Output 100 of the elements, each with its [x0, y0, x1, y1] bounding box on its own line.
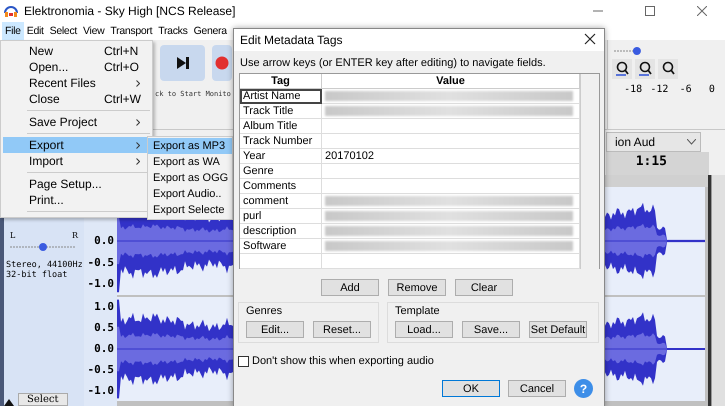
value-cell[interactable]	[322, 119, 580, 134]
collapse-arrow-icon[interactable]	[4, 398, 14, 406]
dialog-button[interactable]: Cancel	[508, 380, 566, 397]
maximize-icon	[645, 6, 655, 16]
menu-item[interactable]: Import	[3, 153, 150, 169]
chevron-right-icon	[136, 142, 140, 148]
menu-item[interactable]: Save Project	[3, 114, 150, 130]
menu-item[interactable]: Select	[46, 22, 80, 40]
tag-cell[interactable]: Year	[240, 149, 322, 164]
scale-label: 0.5	[93, 322, 115, 334]
scale-label: 1.0	[93, 301, 115, 314]
dialog-title: Edit Metadata Tags	[240, 33, 343, 47]
zoom-button[interactable]	[612, 59, 632, 79]
zoom-button[interactable]	[658, 59, 678, 79]
empty-table-cell[interactable]	[322, 254, 580, 269]
table-action-button[interactable]: Clear	[455, 279, 513, 296]
skip-to-end-button[interactable]	[160, 45, 205, 81]
menu-item[interactable]: File	[2, 22, 24, 40]
app-logo-icon	[4, 4, 18, 18]
blurred-value-cell[interactable]	[322, 194, 580, 209]
scale-label: -0.5	[86, 364, 115, 376]
blurred-value-cell[interactable]	[322, 89, 580, 104]
chevron-right-icon	[136, 158, 140, 164]
device-dropdown[interactable]: ion Aud	[606, 132, 701, 152]
slider[interactable]	[612, 44, 642, 56]
checkbox[interactable]	[238, 356, 249, 366]
zoom-button[interactable]	[635, 59, 655, 79]
tag-cell[interactable]: comment	[240, 194, 322, 209]
menu-item[interactable]: Close Ctrl+W	[3, 91, 150, 107]
blurred-value-cell[interactable]	[322, 239, 580, 254]
value-cell[interactable]	[322, 164, 580, 179]
scrollbar[interactable]	[711, 175, 725, 406]
pan-slider[interactable]	[8, 242, 78, 252]
blurred-value-cell[interactable]	[322, 104, 580, 119]
scale-label: 0.0	[93, 234, 115, 247]
skip-to-end-icon	[176, 56, 190, 70]
column-header: Tag	[240, 74, 322, 89]
table-action-button[interactable]: Add	[321, 279, 379, 296]
group-title: Genres	[246, 305, 284, 317]
column-header: Value	[322, 74, 580, 89]
tag-cell[interactable]: Track Title	[240, 104, 322, 119]
value-cell[interactable]: 20170102	[322, 149, 580, 164]
menu-item[interactable]: Page Setup...	[3, 176, 150, 192]
menu-item[interactable]: Edit	[24, 22, 47, 40]
track-info: 32-bit float	[5, 270, 68, 280]
timeline-ruler[interactable]: 1:15	[606, 152, 709, 175]
menu-item[interactable]: Transport	[107, 22, 156, 40]
record-button[interactable]	[212, 45, 232, 81]
pan-label: L	[10, 231, 16, 240]
menu-item[interactable]: Open... Ctrl+O	[3, 59, 150, 75]
close-button[interactable]	[584, 33, 598, 47]
chevron-right-icon	[136, 118, 140, 126]
window-title: Elektronomia - Sky High [NCS Release]	[24, 4, 236, 18]
template-button[interactable]: Set Default	[529, 321, 587, 338]
tag-cell[interactable]: Track Number	[240, 134, 322, 149]
menu-item[interactable]: Export as OGG	[148, 170, 232, 186]
meter-tick-label: 0	[708, 84, 716, 95]
zoom-icon	[614, 61, 630, 77]
time-label: 1:15	[636, 154, 667, 169]
menu-item[interactable]: View	[80, 22, 108, 40]
tag-cell[interactable]: Genre	[240, 164, 322, 179]
scale-label: -1.0	[86, 384, 115, 397]
genres-button[interactable]: Reset...	[313, 321, 371, 338]
chevron-down-icon	[687, 139, 696, 145]
menu-item[interactable]: Export Selecte	[148, 202, 232, 218]
tag-cell[interactable]: Artist Name	[240, 89, 322, 104]
menu-item[interactable]: Export as MP3	[148, 138, 232, 154]
tag-cell[interactable]: Software	[240, 239, 322, 254]
empty-table-cell[interactable]	[240, 254, 322, 269]
menu-item[interactable]: Genera	[190, 22, 230, 40]
blurred-value-cell[interactable]	[322, 224, 580, 239]
tag-cell[interactable]: description	[240, 224, 322, 239]
instruction-text: Use arrow keys (or ENTER key after editing) to navigate fields.	[240, 57, 547, 69]
blurred-value-cell[interactable]	[322, 209, 580, 224]
genres-button[interactable]: Edit...	[246, 321, 304, 338]
tag-cell[interactable]: purl	[240, 209, 322, 224]
menu-item[interactable]: Export	[3, 137, 150, 153]
value-cell[interactable]	[322, 179, 580, 194]
template-button[interactable]: Save...	[462, 321, 520, 338]
meter-tick-label: -12	[649, 84, 670, 95]
meter-tick-label: -18	[623, 84, 644, 95]
menu-item[interactable]: Export Audio..	[148, 186, 232, 202]
select-button[interactable]: Select	[18, 393, 68, 406]
menu-item[interactable]: Print...	[3, 192, 150, 208]
pan-label: R	[72, 231, 78, 240]
zoom-icon	[637, 61, 653, 77]
menu-item[interactable]: Tracks	[155, 22, 191, 40]
menu-item[interactable]: Export as WA	[148, 154, 232, 170]
tag-cell[interactable]: Comments	[240, 179, 322, 194]
record-icon	[215, 56, 229, 70]
dialog-button[interactable]: OK	[442, 380, 500, 397]
track-info: Stereo, 44100Hz	[5, 260, 83, 270]
menu-item[interactable]: New Ctrl+N	[3, 43, 150, 59]
value-cell[interactable]	[322, 134, 580, 149]
template-button[interactable]: Load...	[395, 321, 453, 338]
menu-item[interactable]: Recent Files	[3, 75, 150, 91]
tag-cell[interactable]: Album Title	[240, 119, 322, 134]
table-action-button[interactable]: Remove	[388, 279, 446, 296]
group-title: Template	[395, 305, 441, 317]
scale-label: -0.5	[86, 256, 115, 269]
